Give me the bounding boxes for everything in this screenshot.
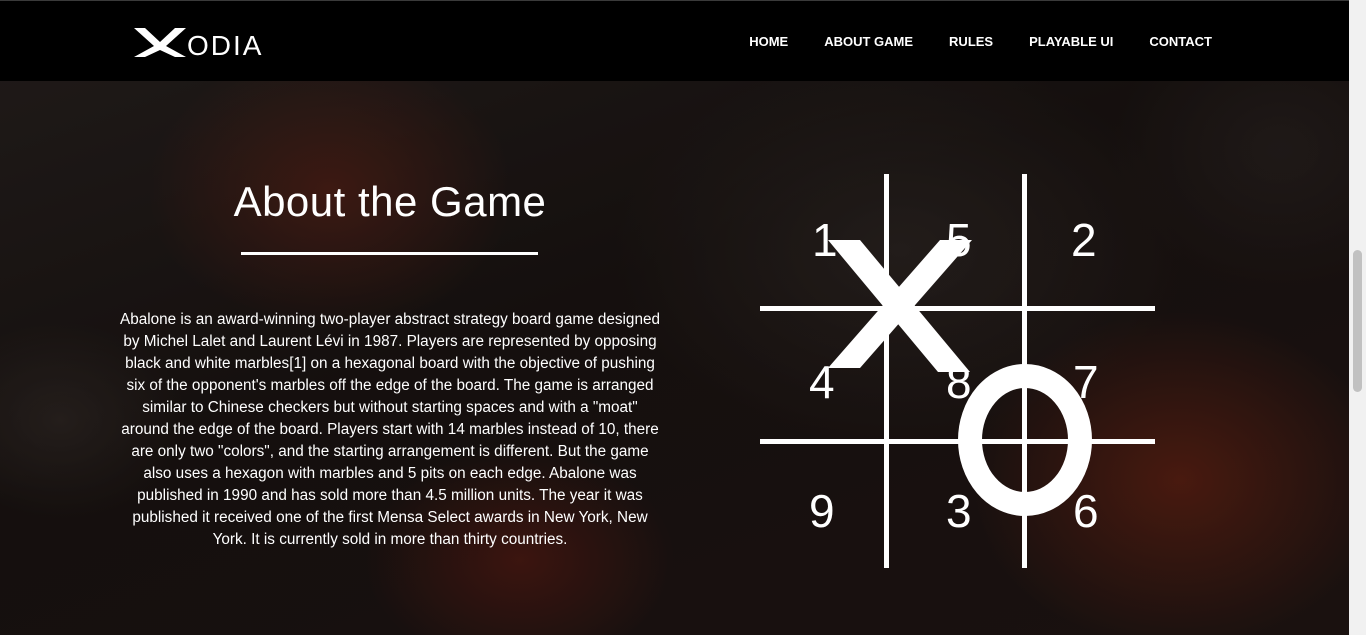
page-scrollbar[interactable] [1349,0,1366,635]
nav-home[interactable]: HOME [749,34,788,49]
scrollbar-thumb[interactable] [1353,250,1362,392]
site-header: ODIA HOME ABOUT GAME RULES PLAYABLE UI C… [0,0,1349,81]
nav-playable-ui[interactable]: PLAYABLE UI [1029,34,1113,49]
grid-line-v1 [884,174,889,568]
cell-number: 3 [946,485,972,537]
main-nav: HOME ABOUT GAME RULES PLAYABLE UI CONTAC… [713,1,1212,82]
logo-text: ODIA [187,30,263,61]
nav-about-game[interactable]: ABOUT GAME [824,34,913,49]
site-logo[interactable]: ODIA [134,23,289,63]
cell-number: 4 [809,356,835,408]
section-title: About the Game [233,178,547,225]
cell-number: 6 [1073,485,1099,537]
xodia-logo-icon: ODIA [134,28,263,61]
cell-number: 7 [1073,356,1099,408]
cell-number: 9 [809,485,835,537]
nav-rules[interactable]: RULES [949,34,993,49]
about-description: Abalone is an award-winning two-player a… [120,311,660,548]
cell-number: 2 [1071,214,1097,266]
cell-number: 1 [812,214,838,266]
title-underline [241,252,538,255]
nav-contact[interactable]: CONTACT [1149,34,1212,49]
tic-tac-toe-graphic: 1 5 2 4 8 7 9 3 6 [760,174,1155,568]
grid-line-h1 [760,306,1155,311]
cell-number: 8 [946,356,972,408]
grid-line-h2 [760,439,1155,444]
cell-number: 5 [946,214,972,266]
